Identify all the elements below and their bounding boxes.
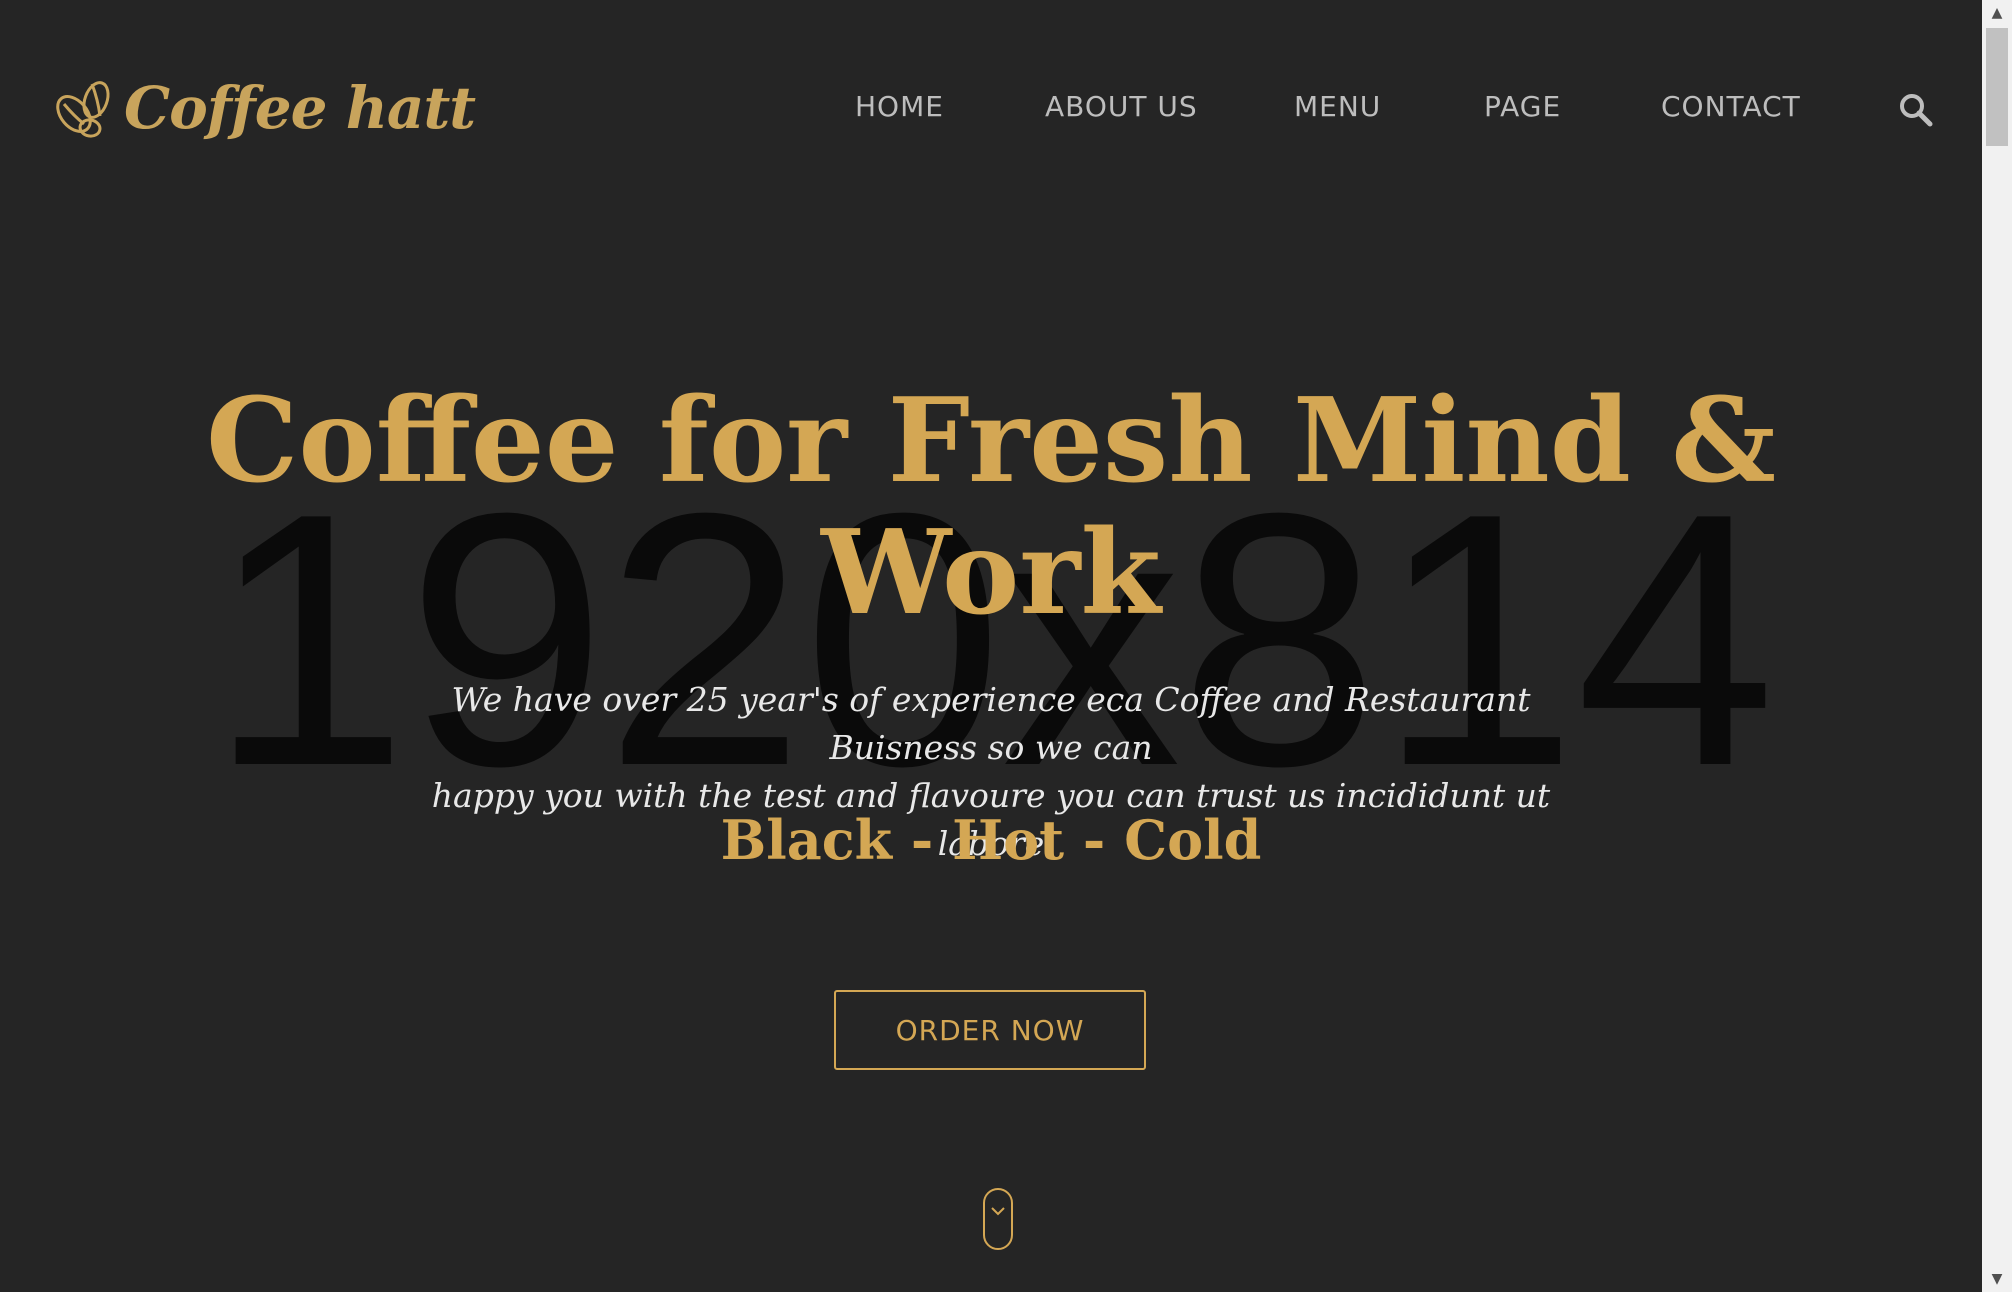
hero-title: Coffee for Fresh Mind & Work: [0, 375, 1982, 639]
main-nav: HOME ABOUT US MENU PAGE CONTACT: [0, 90, 1982, 130]
page: Coffee hatt HOME ABOUT US MENU PAGE CONT…: [0, 0, 2012, 1292]
nav-item-menu[interactable]: MENU: [1294, 90, 1381, 123]
hero-tagline: Black - Hot - Cold: [720, 808, 1262, 872]
hero-title-line1: Coffee for Fresh Mind &: [206, 373, 1776, 509]
nav-item-about-us[interactable]: ABOUT US: [1045, 90, 1198, 123]
mouse-scroll-icon[interactable]: [983, 1188, 1013, 1250]
order-now-button[interactable]: ORDER NOW: [834, 990, 1146, 1070]
scrollbar-thumb[interactable]: [1986, 28, 2008, 146]
nav-item-home[interactable]: HOME: [855, 90, 944, 123]
nav-item-page[interactable]: PAGE: [1484, 90, 1561, 123]
vertical-scrollbar[interactable]: ▲ ▼: [1982, 0, 2012, 1292]
chevron-down-icon: [991, 1207, 1005, 1216]
hero-title-line2: Work: [821, 505, 1161, 641]
hero-subtitle-line1: We have over 25 year's of experience eca…: [451, 680, 1531, 767]
scroll-up-arrow-icon[interactable]: ▲: [1982, 0, 2012, 26]
nav-item-contact[interactable]: CONTACT: [1661, 90, 1801, 123]
search-icon[interactable]: [1898, 92, 1934, 128]
scroll-down-arrow-icon[interactable]: ▼: [1982, 1266, 2012, 1292]
